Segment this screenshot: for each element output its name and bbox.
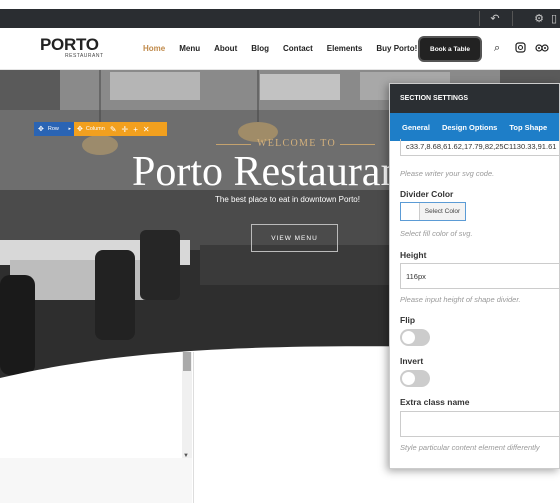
hero-subtitle: The best place to eat in downtown Porto! [215,195,360,204]
tab-general[interactable]: General [402,123,430,132]
select-color-button[interactable]: Select Color [420,203,465,220]
nav-contact[interactable]: Contact [283,44,313,53]
nav-elements[interactable]: Elements [327,44,363,53]
column-toolbar[interactable]: ✥ Column ✎ ✛ + ✕ [74,122,167,136]
site-header: PORTO RESTAURANT Home Menu About Blog Co… [0,28,560,70]
svg-code-field[interactable]: c33.7,8.68,61.62,17.79,82,25C1130.33,91.… [400,139,559,156]
flip-label: Flip [400,315,416,325]
main-nav: Home Menu About Blog Contact Elements Bu… [143,44,431,53]
invert-toggle[interactable] [400,370,430,387]
height-input[interactable]: 116px [400,263,559,289]
scrollbar[interactable]: ▼ [182,352,192,460]
section-settings-panel: SECTION SETTINGS General Design Options … [389,83,560,469]
flip-toggle[interactable] [400,329,430,346]
view-menu-button[interactable]: VIEW MENU [251,224,338,252]
page: ↶ ⚙ ▯ PORTO RESTAURANT Home Menu About B… [0,0,560,503]
row-toolbar[interactable]: ✥ Row ▸ [34,122,74,136]
nav-buy-porto[interactable]: Buy Porto! [376,44,417,53]
divider-color-picker[interactable]: Select Color [400,202,466,221]
tripadvisor-icon[interactable] [535,42,549,56]
device-icon[interactable]: ▯ [548,9,560,28]
extra-class-label: Extra class name [400,397,470,407]
add-icon[interactable]: ✛ [122,125,129,134]
move-icon[interactable]: ✥ [38,125,44,133]
editor-topbar: ↶ ⚙ ▯ [0,0,560,28]
invert-label: Invert [400,356,424,366]
nav-blog[interactable]: Blog [251,44,269,53]
extra-class-input[interactable] [400,411,559,437]
extra-class-help: Style particular content element differe… [400,443,540,452]
edit-icon[interactable]: ✎ [110,125,117,134]
panel-tabs: General Design Options Top Shape [390,113,559,141]
height-help: Please input height of shape divider. [400,295,521,304]
divider-color-label: Divider Color [400,189,454,199]
hero-title: Porto Restaurant [132,149,414,195]
color-swatch[interactable] [401,203,420,220]
tab-top-shape[interactable]: Top Shape [509,123,547,132]
nav-home[interactable]: Home [143,44,165,53]
move-icon[interactable]: ✥ [77,125,83,133]
divider-color-help: Select fill color of svg. [400,229,473,238]
book-table-button[interactable]: Book a Table [420,38,480,60]
search-icon[interactable]: ⌕ [494,42,500,55]
nav-menu[interactable]: Menu [179,44,200,53]
nav-about[interactable]: About [214,44,237,53]
tab-design-options[interactable]: Design Options [442,123,497,132]
clone-icon[interactable]: + [133,125,138,134]
chevron-right-icon[interactable]: ▸ [68,126,71,132]
instagram-icon[interactable] [515,42,526,56]
close-icon[interactable]: ✕ [143,125,150,134]
height-label: Height [400,250,427,260]
panel-title: SECTION SETTINGS [390,84,559,113]
logo[interactable]: PORTO RESTAURANT [40,35,104,59]
undo-icon[interactable]: ↶ [484,9,506,28]
gear-icon[interactable]: ⚙ [528,9,550,28]
svg-code-help: Please writer your svg code. [400,169,495,178]
